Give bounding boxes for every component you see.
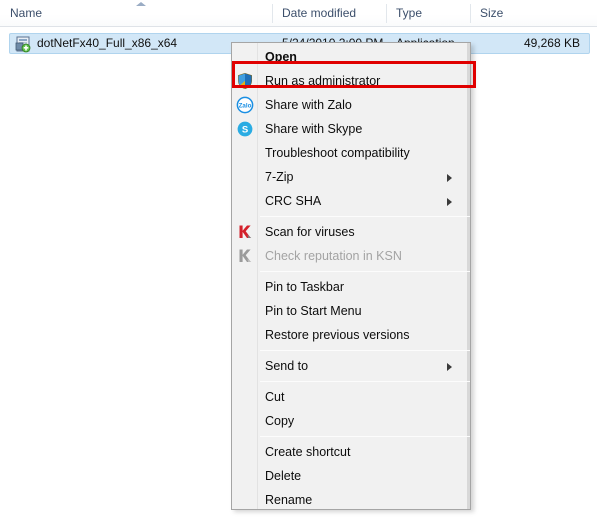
context-menu-separator [260, 350, 470, 351]
context-menu-item-send-to[interactable]: Send to [232, 354, 470, 378]
context-menu-item-label: Delete [265, 469, 302, 483]
installer-file-icon [15, 36, 32, 53]
context-menu-item-label: Open [265, 50, 297, 64]
uac-shield-icon [236, 72, 254, 90]
context-menu-item-label: Cut [265, 390, 285, 404]
context-menu-item-label: Scan for viruses [265, 225, 355, 239]
context-menu[interactable]: Open Run as administrator Zalo Share with Z… [231, 42, 471, 510]
context-menu-separator [260, 216, 470, 217]
context-menu-item-share-with-zalo[interactable]: Zalo Share with Zalo [232, 93, 470, 117]
sort-ascending-icon [136, 2, 146, 6]
context-menu-item-restore-previous-versions[interactable]: Restore previous versions [232, 323, 470, 347]
context-menu-item-label: Restore previous versions [265, 328, 410, 342]
column-header-type[interactable]: Type [386, 0, 470, 26]
context-menu-item-label: Run as administrator [265, 74, 381, 88]
context-menu-item-troubleshoot-compatibility[interactable]: Troubleshoot compatibility [232, 141, 470, 165]
file-size-cell: 49,268 KB [523, 36, 580, 50]
context-menu-item-crc-sha[interactable]: CRC SHA [232, 189, 470, 213]
context-menu-separator [260, 271, 470, 272]
context-menu-item-7-zip[interactable]: 7-Zip [232, 165, 470, 189]
context-menu-item-copy[interactable]: Copy [232, 409, 470, 433]
context-menu-item-create-shortcut[interactable]: Create shortcut [232, 440, 470, 464]
column-header-size[interactable]: Size [470, 0, 597, 26]
context-menu-item-pin-to-taskbar[interactable]: Pin to Taskbar [232, 275, 470, 299]
context-menu-item-label: Share with Skype [265, 122, 363, 136]
context-menu-item-label: Create shortcut [265, 445, 351, 459]
context-menu-item-delete[interactable]: Delete [232, 464, 470, 488]
context-menu-item-label: Pin to Start Menu [265, 304, 362, 318]
svg-text:S: S [242, 124, 248, 135]
context-menu-item-run-as-administrator[interactable]: Run as administrator [232, 69, 470, 93]
submenu-chevron-right-icon [447, 363, 452, 371]
context-menu-item-list: Open Run as administrator Zalo Share with Z… [232, 45, 470, 509]
submenu-chevron-right-icon [447, 198, 452, 206]
context-menu-item-share-with-skype[interactable]: S Share with Skype [232, 117, 470, 141]
kaspersky-scan-icon [236, 223, 254, 241]
zalo-icon: Zalo [236, 96, 254, 114]
explorer-window: Name Date modified Type Size dotNetFx40_… [0, 0, 597, 522]
skype-icon: S [236, 120, 254, 138]
context-menu-item-label: Troubleshoot compatibility [265, 146, 410, 160]
context-menu-separator [260, 436, 470, 437]
context-menu-separator [260, 381, 470, 382]
context-menu-item-cut[interactable]: Cut [232, 385, 470, 409]
context-menu-item-label: 7-Zip [265, 170, 294, 184]
column-header-date-modified[interactable]: Date modified [272, 0, 386, 26]
context-menu-item-pin-to-start-menu[interactable]: Pin to Start Menu [232, 299, 470, 323]
context-menu-item-rename[interactable]: Rename [232, 488, 470, 509]
context-menu-item-scan-for-viruses[interactable]: Scan for viruses [232, 220, 470, 244]
context-menu-item-label: Share with Zalo [265, 98, 352, 112]
submenu-chevron-right-icon [447, 174, 452, 182]
kaspersky-ksn-icon [236, 247, 254, 265]
context-menu-item-label: Check reputation in KSN [265, 249, 402, 263]
context-menu-item-label: CRC SHA [265, 194, 322, 208]
file-name-cell: dotNetFx40_Full_x86_x64 [37, 36, 178, 50]
context-menu-item-check-reputation-in-ksn: Check reputation in KSN [232, 244, 470, 268]
context-menu-item-label: Pin to Taskbar [265, 280, 344, 294]
context-menu-item-open[interactable]: Open [232, 45, 470, 69]
svg-text:Zalo: Zalo [239, 103, 252, 110]
context-menu-item-label: Copy [265, 414, 295, 428]
context-menu-item-label: Rename [265, 493, 313, 507]
column-header-bar: Name Date modified Type Size [0, 0, 597, 27]
context-menu-item-label: Send to [265, 359, 309, 373]
